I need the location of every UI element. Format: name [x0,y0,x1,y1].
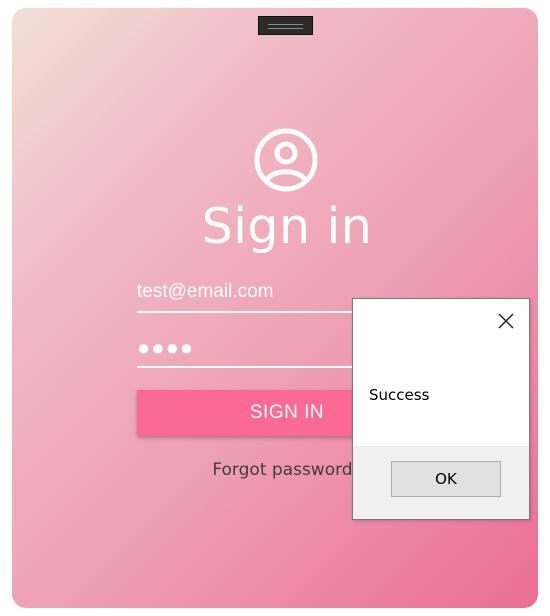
ok-button[interactable]: OK [391,461,501,497]
page-title: Sign in [201,198,373,255]
dialog-message: Success [369,386,430,404]
email-value: test@email.com [137,281,274,302]
success-dialog: Success OK [352,298,530,520]
user-circle-icon [254,128,318,192]
close-icon[interactable] [497,312,515,330]
dialog-footer: OK [353,446,529,519]
password-value: ●●●● [137,335,195,360]
drag-handle[interactable] [258,16,313,35]
